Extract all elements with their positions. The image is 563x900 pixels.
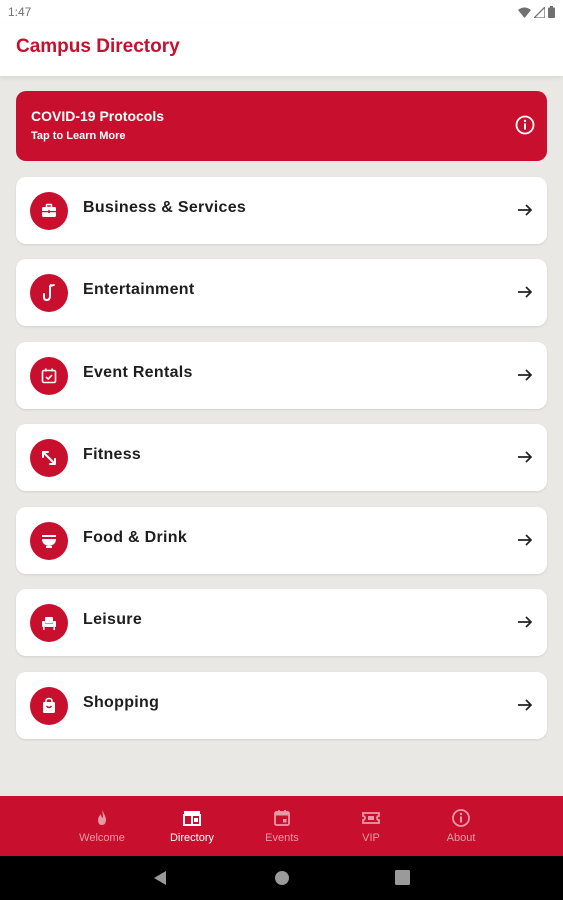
category-label: Shopping — [83, 694, 160, 711]
arrow-right-icon — [518, 204, 533, 216]
nav-directory[interactable]: Directory — [152, 796, 232, 856]
fitness-arrows-icon — [30, 439, 68, 477]
app-bar: Campus Directory — [0, 24, 563, 76]
nav-label: Events — [265, 832, 299, 844]
covid-banner[interactable]: COVID-19 Protocols Tap to Learn More — [16, 91, 547, 161]
battery-icon — [548, 6, 555, 18]
category-entertainment[interactable]: Entertainment — [16, 259, 547, 326]
arrow-right-icon — [518, 451, 533, 463]
flame-icon — [98, 810, 106, 825]
banner-subtitle: Tap to Learn More — [31, 130, 126, 142]
page-title: Campus Directory — [16, 36, 180, 57]
category-event-rentals[interactable]: Event Rentals — [16, 342, 547, 409]
info-icon — [452, 809, 470, 827]
nav-label: Welcome — [79, 832, 125, 844]
category-leisure[interactable]: Leisure — [16, 589, 547, 656]
nav-events[interactable]: Events — [242, 796, 322, 856]
info-icon — [515, 115, 535, 135]
category-label: Entertainment — [83, 281, 195, 298]
category-fitness[interactable]: Fitness — [16, 424, 547, 491]
category-label: Event Rentals — [83, 364, 193, 381]
armchair-icon — [30, 604, 68, 642]
directory-icon — [183, 811, 201, 826]
saxophone-icon — [30, 274, 68, 312]
recents-icon[interactable] — [395, 870, 410, 885]
shopping-bag-icon — [30, 687, 68, 725]
signal-icon — [534, 6, 545, 18]
status-bar: 1:47 — [0, 0, 563, 24]
system-nav-bar — [0, 856, 563, 900]
status-time: 1:47 — [8, 5, 32, 19]
status-icons — [518, 6, 555, 18]
nav-vip[interactable]: VIP — [331, 796, 411, 856]
calendar-check-icon — [30, 357, 68, 395]
arrow-right-icon — [518, 286, 533, 298]
bottom-nav: Welcome Directory Events VIP About — [0, 796, 563, 856]
wifi-icon — [518, 7, 531, 18]
bowl-icon — [30, 522, 68, 560]
back-icon[interactable] — [153, 870, 167, 886]
category-label: Food & Drink — [83, 529, 188, 546]
calendar-icon — [274, 810, 290, 826]
nav-welcome[interactable]: Welcome — [62, 796, 142, 856]
nav-label: Directory — [169, 832, 214, 844]
arrow-right-icon — [518, 699, 533, 711]
category-label: Business & Services — [83, 199, 247, 216]
nav-about[interactable]: About — [421, 796, 501, 856]
category-shopping[interactable]: Shopping — [16, 672, 547, 739]
nav-label: About — [446, 832, 476, 844]
category-food-drink[interactable]: Food & Drink — [16, 507, 547, 574]
arrow-right-icon — [518, 369, 533, 381]
banner-title: COVID-19 Protocols — [31, 108, 165, 124]
arrow-right-icon — [518, 534, 533, 546]
ticket-icon — [362, 812, 380, 824]
arrow-right-icon — [518, 616, 533, 628]
category-label: Leisure — [83, 611, 143, 628]
briefcase-icon — [30, 192, 68, 230]
category-label: Fitness — [83, 446, 142, 463]
category-business-services[interactable]: Business & Services — [16, 177, 547, 244]
home-icon[interactable] — [274, 870, 290, 886]
nav-label: VIP — [362, 832, 380, 844]
